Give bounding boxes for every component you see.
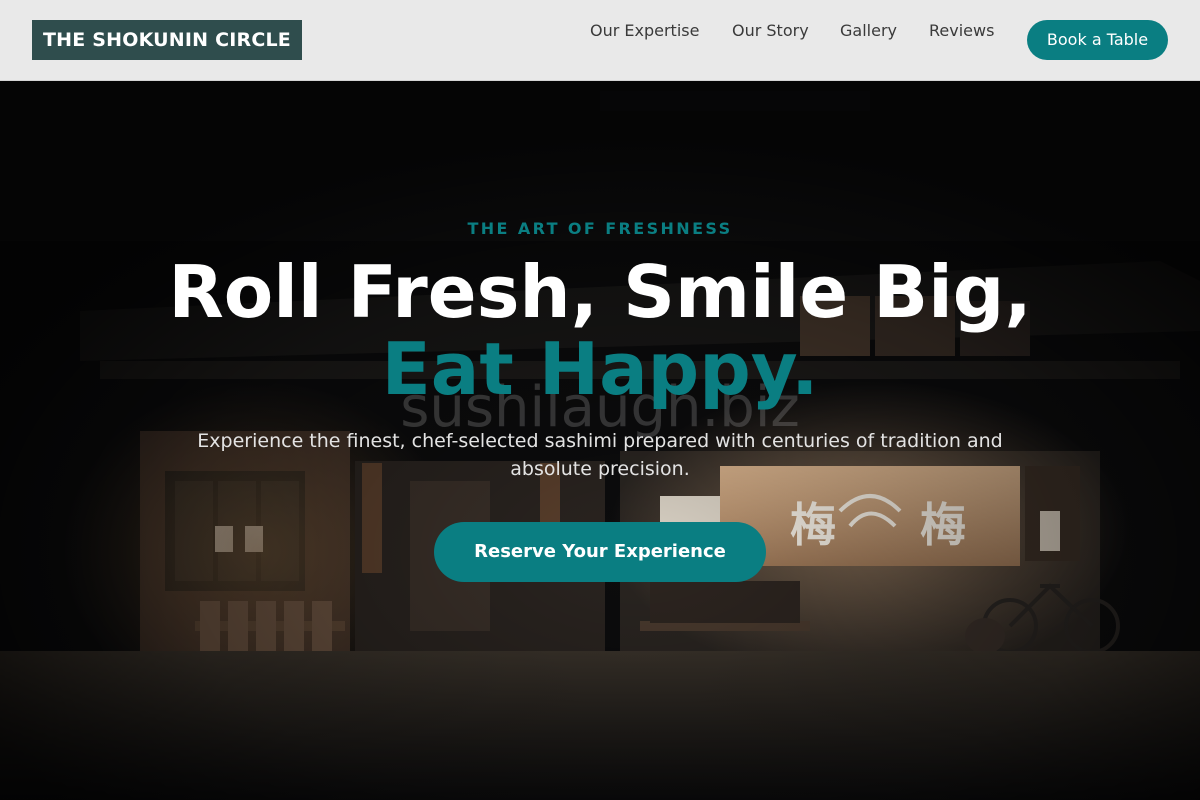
hero-headline-line1: Roll Fresh, Smile Big, xyxy=(168,250,1032,334)
top-nav: THE SHOKUNIN CIRCLE Our Expertise Our St… xyxy=(0,0,1200,81)
nav-link-our-expertise[interactable]: Our Expertise xyxy=(590,20,710,42)
hero-subtitle: Experience the finest, chef-selected sas… xyxy=(197,430,1003,480)
hero-section: 梅 梅 THE ART OF FRESHNESS Roll Fresh, Smi… xyxy=(0,81,1200,800)
noren-kanji-right: 梅 xyxy=(920,498,966,552)
nav-link-gallery[interactable]: Gallery xyxy=(840,20,910,42)
book-table-button[interactable]: Book a Table xyxy=(1027,20,1168,60)
brand-logo[interactable]: THE SHOKUNIN CIRCLE xyxy=(32,20,302,60)
noren-kanji-left: 梅 xyxy=(790,498,836,552)
nav-link-reviews[interactable]: Reviews xyxy=(929,20,1009,42)
nav-link-our-story[interactable]: Our Story xyxy=(732,20,822,42)
hero-eyebrow: THE ART OF FRESHNESS xyxy=(467,219,733,238)
reserve-experience-button[interactable]: Reserve Your Experience xyxy=(434,522,766,582)
hero-headline-line2: Eat Happy. xyxy=(381,327,819,411)
